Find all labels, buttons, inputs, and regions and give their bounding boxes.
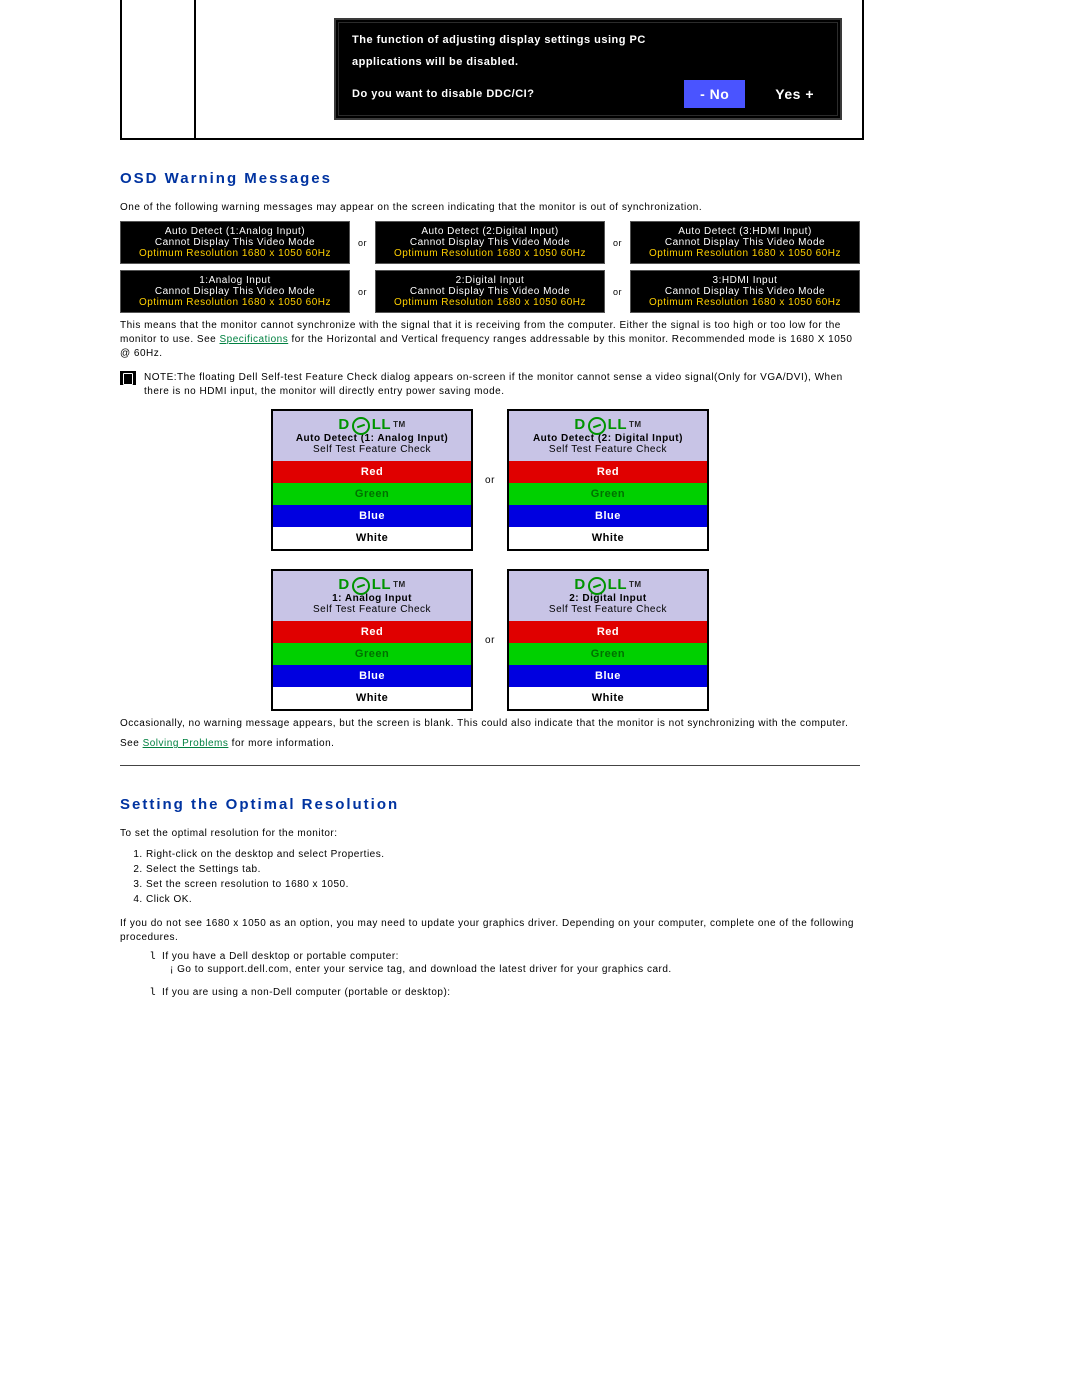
selftest-panel-analog: DLLTM 1: Analog Input Self Test Feature … — [271, 569, 473, 711]
ddc-text-line2: applications will be disabled. — [352, 56, 824, 68]
dell-logo-icon: DLLTM — [574, 415, 641, 433]
selftest-title: Auto Detect (1: Analog Input) — [273, 433, 471, 444]
color-bar-red: Red — [273, 461, 471, 483]
selftest-panel-auto-digital: DLLTM Auto Detect (2: Digital Input) Sel… — [507, 409, 709, 551]
selftest-subtitle: Self Test Feature Check — [509, 604, 707, 619]
or-label: or — [485, 635, 495, 646]
step-item: Set the screen resolution to 1680 x 1050… — [146, 877, 860, 892]
color-bar-green: Green — [273, 643, 471, 665]
warning-row-auto-detect: Auto Detect (1:Analog Input) Cannot Disp… — [120, 221, 860, 264]
color-bar-blue: Blue — [273, 505, 471, 527]
selftest-panel-auto-analog: DLLTM Auto Detect (1: Analog Input) Self… — [271, 409, 473, 551]
selftest-subtitle: Self Test Feature Check — [509, 444, 707, 459]
step-item: Right-click on the desktop and select Pr… — [146, 847, 860, 862]
selftest-title: 2: Digital Input — [509, 593, 707, 604]
osd-intro-text: One of the following warning messages ma… — [120, 201, 860, 215]
color-bar-green: Green — [509, 483, 707, 505]
note-text: NOTE:The floating Dell Self-test Feature… — [144, 371, 860, 399]
color-bar-blue: Blue — [509, 665, 707, 687]
color-bar-green: Green — [509, 643, 707, 665]
ddc-text-line1: The function of adjusting display settin… — [352, 34, 824, 46]
bullet-dell-sub: Go to support.dell.com, enter your servi… — [170, 964, 860, 975]
warn-box-auto-hdmi: Auto Detect (3:HDMI Input) Cannot Displa… — [630, 221, 860, 264]
warn-box-digital: 2:Digital Input Cannot Display This Vide… — [375, 270, 605, 313]
optimal-bullets: If you have a Dell desktop or portable c… — [150, 951, 860, 998]
color-bar-blue: Blue — [509, 505, 707, 527]
color-bar-white: White — [273, 527, 471, 549]
or-label: or — [613, 287, 622, 297]
optimal-steps-list: Right-click on the desktop and select Pr… — [146, 847, 860, 907]
warn-box-auto-analog: Auto Detect (1:Analog Input) Cannot Disp… — [120, 221, 350, 264]
or-label: or — [613, 238, 622, 248]
heading-optimal-resolution: Setting the Optimal Resolution — [120, 796, 860, 813]
ddc-dialog: The function of adjusting display settin… — [334, 18, 842, 120]
color-bar-red: Red — [273, 621, 471, 643]
dell-logo-icon: DLLTM — [574, 575, 641, 593]
or-label: or — [358, 238, 367, 248]
step-item: Click OK. — [146, 892, 860, 907]
color-bar-white: White — [509, 527, 707, 549]
ddc-question: Do you want to disable DDC/CI? — [352, 88, 534, 100]
section-divider — [120, 765, 860, 766]
or-label: or — [485, 475, 495, 486]
color-bar-white: White — [509, 687, 707, 709]
selftest-title: 1: Analog Input — [273, 593, 471, 604]
color-bar-green: Green — [273, 483, 471, 505]
color-bar-white: White — [273, 687, 471, 709]
ddc-yes-button[interactable]: Yes + — [765, 80, 824, 108]
solving-problems-link[interactable]: Solving Problems — [143, 738, 229, 749]
selftest-subtitle: Self Test Feature Check — [273, 604, 471, 619]
warn-box-auto-digital: Auto Detect (2:Digital Input) Cannot Dis… — [375, 221, 605, 264]
selftest-grid: DLLTM Auto Detect (1: Analog Input) Self… — [120, 409, 860, 711]
ddc-no-button[interactable]: - No — [684, 80, 745, 108]
warn-box-hdmi: 3:HDMI Input Cannot Display This Video M… — [630, 270, 860, 313]
bullet-nondell-lead: If you are using a non-Dell computer (po… — [150, 987, 860, 998]
specifications-link[interactable]: Specifications — [220, 334, 289, 345]
optimal-intro-text: To set the optimal resolution for the mo… — [120, 827, 860, 841]
bullet-dell-lead: If you have a Dell desktop or portable c… — [150, 951, 860, 962]
selftest-title: Auto Detect (2: Digital Input) — [509, 433, 707, 444]
color-bar-red: Red — [509, 621, 707, 643]
color-bar-blue: Blue — [273, 665, 471, 687]
top-dialog-frame: The function of adjusting display settin… — [120, 0, 864, 140]
warn-box-analog: 1:Analog Input Cannot Display This Video… — [120, 270, 350, 313]
selftest-panel-digital: DLLTM 2: Digital Input Self Test Feature… — [507, 569, 709, 711]
dell-logo-icon: DLLTM — [338, 575, 405, 593]
step-item: Select the Settings tab. — [146, 862, 860, 877]
selftest-subtitle: Self Test Feature Check — [273, 444, 471, 459]
optimal-after-text: If you do not see 1680 x 1050 as an opti… — [120, 917, 860, 945]
or-label: or — [358, 287, 367, 297]
osd-occasionally-text: Occasionally, no warning message appears… — [120, 717, 860, 731]
color-bar-red: Red — [509, 461, 707, 483]
osd-explain-text: This means that the monitor cannot synch… — [120, 319, 860, 361]
dell-logo-icon: DLLTM — [338, 415, 405, 433]
note-row: NOTE:The floating Dell Self-test Feature… — [120, 371, 860, 399]
warning-row-direct: 1:Analog Input Cannot Display This Video… — [120, 270, 860, 313]
heading-osd-warning: OSD Warning Messages — [120, 170, 860, 187]
note-icon — [120, 371, 136, 385]
osd-see-text: See Solving Problems for more informatio… — [120, 737, 860, 751]
